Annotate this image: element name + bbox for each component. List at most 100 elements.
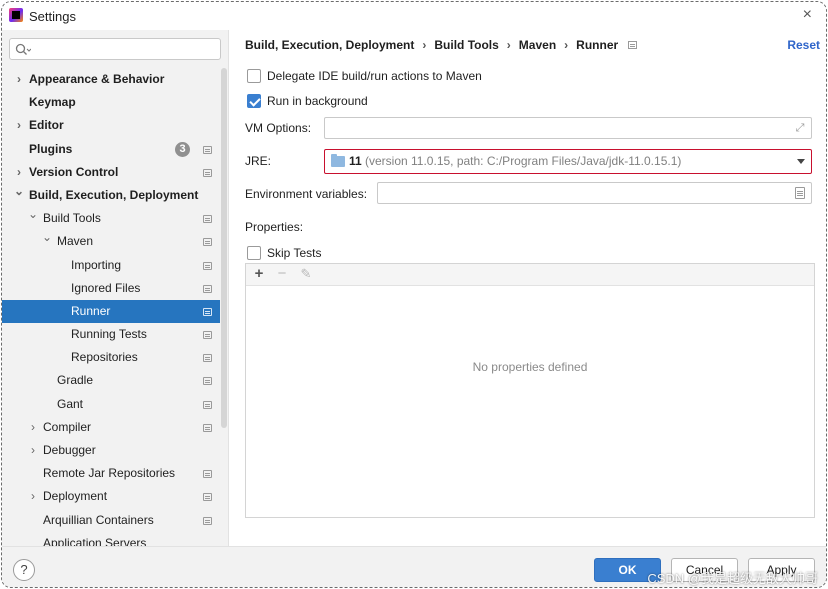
project-settings-icon: [203, 284, 212, 293]
environment-variables-label: Environment variables:: [245, 187, 368, 201]
chevron-right-icon[interactable]: ›: [28, 416, 38, 439]
chevron-right-icon[interactable]: ›: [28, 485, 38, 508]
sidebar-item-label: Build, Execution, Deployment: [29, 187, 199, 202]
chevron-right-icon: ›: [564, 38, 569, 52]
jre-select[interactable]: 11 (version 11.0.15, path: C:/Program Fi…: [324, 149, 812, 174]
sidebar-item-label: Appearance & Behavior: [29, 72, 165, 86]
sidebar-item[interactable]: Running Tests: [2, 323, 220, 346]
sidebar-item-label: Remote Jar Repositories: [43, 466, 176, 481]
sidebar-item[interactable]: ⌄ Build Tools: [2, 207, 220, 230]
chevron-down-icon[interactable]: ⌄: [14, 180, 24, 203]
help-button[interactable]: ?: [13, 559, 35, 581]
expand-icon[interactable]: ⤢: [794, 122, 806, 134]
sidebar-item-label: Editor: [29, 118, 64, 133]
vm-options-label: VM Options:: [245, 121, 312, 135]
project-settings-icon: [203, 516, 212, 525]
delegate-label: Delegate IDE build/run actions to Maven: [267, 69, 482, 83]
sidebar-item[interactable]: ⌄ Maven: [2, 230, 220, 253]
sidebar-item-label: Deployment: [43, 489, 108, 504]
run-in-background-label: Run in background: [267, 94, 368, 108]
properties-table: + − ✎ No properties defined: [245, 263, 815, 518]
sidebar-item[interactable]: Repositories: [2, 346, 220, 369]
breadcrumb: Build, Execution, Deployment › Build Tools…: [245, 38, 638, 52]
reset-link[interactable]: Reset: [787, 38, 820, 52]
sidebar-item-label: Plugins: [29, 141, 73, 156]
delegate-checkbox[interactable]: [247, 69, 261, 83]
document-icon[interactable]: [795, 187, 805, 199]
sidebar-item[interactable]: › Version Control: [2, 161, 220, 184]
sidebar-item-label: Compiler: [43, 419, 92, 434]
sidebar-item[interactable]: › Editor: [2, 114, 220, 137]
jre-version: 11: [349, 154, 362, 168]
project-settings-icon: [203, 377, 212, 386]
sidebar-item-label: Version Control: [29, 164, 119, 179]
breadcrumb-item: Runner: [576, 38, 619, 52]
sidebar-item[interactable]: Plugins 3: [2, 138, 220, 161]
project-settings-icon: [203, 354, 212, 363]
sidebar-item[interactable]: Gant: [2, 393, 220, 416]
sidebar-item[interactable]: Ignored Files: [2, 277, 220, 300]
skip-tests-label: Skip Tests: [267, 246, 322, 260]
skip-tests-checkbox[interactable]: [247, 246, 261, 260]
run-in-background-checkbox[interactable]: [247, 94, 261, 108]
breadcrumb-item: Maven: [518, 38, 557, 52]
sidebar-item-label: Gradle: [57, 373, 94, 388]
sidebar-item[interactable]: Runner: [2, 299, 220, 324]
sidebar-item-label: Arquillian Containers: [43, 512, 154, 527]
add-icon[interactable]: +: [251, 266, 267, 282]
empty-state-text: No properties defined: [472, 360, 588, 374]
runner-settings-panel: Build, Execution, Deployment › Build Tools…: [230, 30, 826, 546]
sidebar-item[interactable]: › Appearance & Behavior: [2, 68, 220, 91]
properties-label: Properties:: [245, 220, 304, 234]
project-settings-icon: [203, 238, 212, 247]
sidebar-item-label: Runner: [71, 303, 111, 318]
sidebar-item-label: Keymap: [29, 95, 76, 110]
chevron-right-icon[interactable]: ›: [14, 68, 24, 91]
sidebar-item-label: Ignored Files: [71, 280, 141, 295]
sidebar-item-label: Running Tests: [71, 327, 147, 342]
sidebar-item[interactable]: Keymap: [2, 91, 220, 114]
chevron-down-icon[interactable]: ⌄: [42, 226, 52, 249]
sidebar-item[interactable]: › Compiler: [2, 416, 220, 439]
close-button[interactable]: ×: [803, 6, 812, 24]
project-settings-icon: [203, 493, 212, 502]
update-count-badge: 3: [175, 141, 190, 157]
sidebar-item[interactable]: Importing: [2, 254, 220, 277]
window-title: Settings: [29, 9, 76, 24]
project-settings-icon: [628, 41, 638, 49]
sidebar-item[interactable]: Remote Jar Repositories: [2, 462, 220, 485]
chevron-right-icon: ›: [422, 38, 427, 52]
settings-dialog: Settings × › Appearance & Behavior Keymap ›…: [1, 1, 827, 588]
sidebar-item[interactable]: › Debugger: [2, 439, 220, 462]
jre-detail: (version 11.0.15, path: C:/Program Files…: [365, 154, 682, 168]
chevron-down-icon[interactable]: ⌄: [28, 203, 38, 226]
project-settings-icon: [203, 145, 212, 154]
remove-icon: −: [277, 265, 287, 282]
chevron-down-icon: [797, 159, 805, 164]
breadcrumb-item: Build, Execution, Deployment: [245, 38, 415, 52]
dialog-footer: ? OK Cancel Apply CSDN @我是超级无敌大帅哥: [2, 546, 826, 587]
sidebar-item[interactable]: › Deployment: [2, 485, 220, 508]
folder-icon: [331, 154, 345, 167]
intellij-logo-icon: [9, 8, 23, 22]
search-input[interactable]: [9, 38, 221, 60]
watermark: CSDN @我是超级无敌大帅哥: [647, 571, 818, 586]
chevron-right-icon: ›: [506, 38, 511, 52]
project-settings-icon: [203, 331, 212, 340]
sidebar-scrollbar[interactable]: [221, 68, 227, 428]
project-settings-icon: [203, 261, 212, 270]
title-bar: Settings ×: [2, 2, 826, 30]
sidebar-item[interactable]: Arquillian Containers: [2, 509, 220, 532]
sidebar-item-label: Debugger: [43, 443, 96, 457]
vm-options-field[interactable]: ⤢: [324, 117, 812, 139]
search-icon: [15, 43, 31, 55]
breadcrumb-item: Build Tools: [434, 38, 499, 52]
chevron-right-icon[interactable]: ›: [14, 114, 24, 137]
settings-sidebar: › Appearance & Behavior Keymap › Editor Plugi…: [2, 30, 229, 550]
project-settings-icon: [203, 307, 212, 316]
project-settings-icon: [203, 215, 212, 224]
chevron-right-icon[interactable]: ›: [28, 439, 38, 462]
sidebar-item[interactable]: Gradle: [2, 369, 220, 392]
environment-variables-field[interactable]: [377, 182, 812, 204]
properties-toolbar: + − ✎: [246, 264, 814, 286]
